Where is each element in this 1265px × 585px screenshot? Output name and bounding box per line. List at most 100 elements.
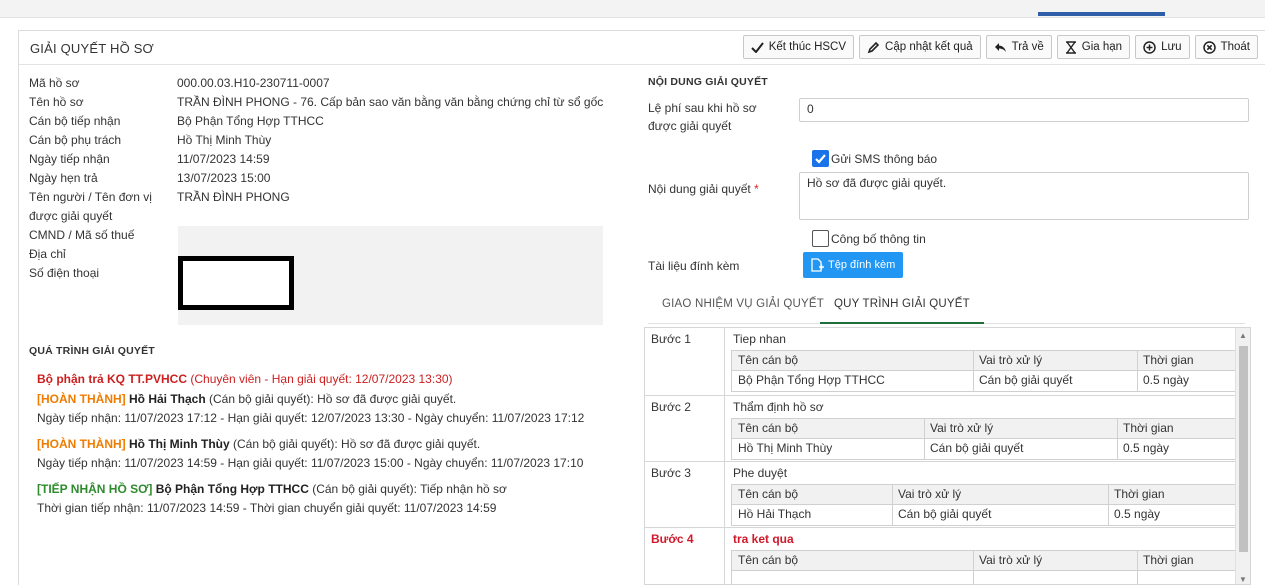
process-person: Hồ Hải Thạch [129, 392, 206, 406]
exit-button[interactable]: Thoát [1194, 35, 1258, 59]
status-badge: [HOÀN THÀNH] [37, 392, 126, 406]
step-table: Tên cán bộ Vai trò xử lý Thời gian [731, 550, 1241, 584]
officer-cell: Hồ Hải Thạch [738, 507, 812, 521]
process-item: [HOÀN THÀNH] Hồ Thị Minh Thùy (Cán bộ gi… [37, 435, 637, 473]
role-cell: Cán bộ giải quyết [898, 507, 992, 521]
scroll-up-icon[interactable]: ▲ [1239, 331, 1247, 340]
table-row: Bộ Phận Tổng Hợp TTHCC Cán bộ giải quyết… [732, 371, 1241, 391]
column-header: Thời gian [1123, 421, 1174, 435]
step-row: Bước 2 Thẩm định hồ sơ Tên cán bộ Vai tr… [645, 396, 1245, 462]
current-unit: Bộ phận trả KQ TT.PVHCC [37, 372, 188, 386]
check-icon [750, 41, 764, 53]
info-row-received-date: Ngày tiếp nhận 11/07/2023 14:59 [29, 152, 270, 166]
steps-grid: Bước 1 Tiep nhan Tên cán bộ Vai trò xử l… [644, 327, 1251, 585]
info-row-applicant: Tên người / Tên đơn vị TRẦN ĐÌNH PHONG [29, 190, 290, 204]
tab-bar: GIAO NHIỆM VỤ GIẢI QUYẾT QUY TRÌNH GIẢI … [648, 292, 1245, 324]
step-name: tra ket qua [733, 532, 794, 546]
step-name: Thẩm định hồ sơ [733, 400, 824, 414]
return-button[interactable]: Trả về [985, 35, 1052, 59]
scroll-thumb[interactable] [1239, 346, 1248, 552]
required-mark: * [754, 182, 759, 196]
column-header: Tên cán bộ [738, 487, 799, 501]
info-row-receiver: Cán bộ tiếp nhận Bộ Phận Tổng Hợp TTHCC [29, 114, 324, 128]
update-result-button-label: Cập nhật kết quả [885, 41, 973, 53]
attach-button-label: Tệp đính kèm [828, 259, 896, 271]
save-button-label: Lưu [1161, 41, 1182, 53]
column-header: Vai trò xử lý [979, 353, 1043, 367]
column-header: Vai trò xử lý [898, 487, 962, 501]
process-item: [TIẾP NHẬN HỒ SƠ] Bộ Phận Tổng Hợp TTHCC… [37, 480, 637, 518]
process-history: Bộ phận trả KQ TT.PVHCC (Chuyên viên - H… [37, 370, 637, 525]
time-cell: 0.5 ngày [1114, 507, 1161, 521]
process-detail: Ngày tiếp nhận: 11/07/2023 17:12 - Hạn g… [37, 411, 585, 425]
step-table: Tên cán bộ Vai trò xử lý Thời gian Hồ Th… [731, 418, 1241, 460]
exit-button-label: Thoát [1220, 41, 1250, 53]
step-label: Bước 3 [645, 462, 725, 527]
column-header: Thời gian [1143, 553, 1194, 567]
table-row [732, 571, 1241, 584]
officer-cell: Bộ Phận Tổng Hợp TTHCC [738, 373, 885, 387]
current-note: (Chuyên viên - Hạn giải quyết: 12/07/202… [190, 372, 453, 386]
step-row-current: Bước 4 tra ket qua Tên cán bộ Vai trò xử… [645, 528, 1245, 584]
hourglass-icon [1065, 40, 1076, 54]
fee-label: Lệ phí sau khi hồ sơ được giải quyết [648, 101, 757, 133]
time-cell: 0.5 ngày [1123, 441, 1170, 455]
info-row-responsible: Cán bộ phụ trách Hồ Thị Minh Thùy [29, 133, 272, 147]
time-cell: 0.5 ngày [1143, 373, 1190, 387]
step-table: Tên cán bộ Vai trò xử lý Thời gian Hồ Hả… [731, 484, 1241, 526]
panel-header: GIẢI QUYẾT HỒ SƠ Kết thúc HSCV Cập nhật … [19, 31, 1265, 65]
table-header-row: Tên cán bộ Vai trò xử lý Thời gian [732, 419, 1241, 439]
extend-button[interactable]: Gia hạn [1056, 35, 1131, 59]
tab-assign-task[interactable]: GIAO NHIỆM VỤ GIẢI QUYẾT [662, 298, 824, 324]
toolbar: Kết thúc HSCV Cập nhật kết quả Trả về Gi… [742, 35, 1258, 59]
step-label: Bước 2 [645, 396, 725, 461]
publish-checkbox[interactable]: Công bố thông tin [812, 230, 926, 247]
return-button-label: Trả về [1011, 41, 1044, 53]
steps-scrollbar[interactable]: ▲ ▼ [1235, 328, 1250, 584]
top-strip [0, 0, 1265, 18]
publish-check-box[interactable] [812, 230, 829, 247]
process-current: Bộ phận trả KQ TT.PVHCC (Chuyên viên - H… [37, 370, 637, 389]
attach-file-button[interactable]: Tệp đính kèm [803, 252, 904, 278]
info-row-due-date: Ngày hẹn trả 13/07/2023 15:00 [29, 171, 271, 185]
content-textarea[interactable]: Hồ sơ đã được giải quyết. [799, 172, 1249, 220]
table-row: Hồ Thị Minh Thùy Cán bộ giải quyết 0.5 n… [732, 439, 1241, 459]
finish-button[interactable]: Kết thúc HSCV [742, 35, 855, 59]
redaction-box [178, 256, 294, 310]
column-header: Tên cán bộ [738, 353, 799, 367]
status-badge: [TIẾP NHẬN HỒ SƠ] [37, 482, 153, 496]
save-button[interactable]: Lưu [1135, 35, 1190, 59]
fee-input[interactable]: 0 [799, 98, 1249, 122]
info-row-applicant-cont: được giải quyết [29, 209, 113, 223]
content-label: Nội dung giải quyết * [648, 182, 759, 196]
table-row: Hồ Hải Thạch Cán bộ giải quyết 0.5 ngày [732, 505, 1241, 525]
column-header: Vai trò xử lý [930, 421, 994, 435]
role-cell: Cán bộ giải quyết [979, 373, 1073, 387]
step-name: Phe duyệt [733, 466, 788, 480]
step-row: Bước 3 Phe duyệt Tên cán bộ Vai trò xử l… [645, 462, 1245, 528]
process-text: (Cán bộ giải quyết): Hồ sơ đã được giải … [229, 437, 481, 451]
update-result-button[interactable]: Cập nhật kết quả [859, 35, 981, 59]
tab-resolve-process[interactable]: QUY TRÌNH GIẢI QUYẾT [820, 298, 984, 324]
process-item: [HOÀN THÀNH] Hồ Hải Thạch (Cán bộ giải q… [37, 390, 637, 428]
process-detail: Ngày tiếp nhận: 11/07/2023 14:59 - Hạn g… [37, 456, 584, 470]
column-header: Tên cán bộ [738, 553, 799, 567]
sms-label: Gửi SMS thông báo [831, 151, 938, 166]
column-header: Vai trò xử lý [979, 553, 1043, 567]
process-text: (Cán bộ giải quyết): Hồ sơ đã được giải … [205, 392, 457, 406]
top-accent-bar [1038, 12, 1165, 16]
close-circle-icon [1202, 40, 1216, 54]
info-row-name: Tên hồ sơ TRẦN ĐÌNH PHONG - 76. Cấp bản s… [29, 95, 604, 109]
column-header: Thời gian [1114, 487, 1165, 501]
process-title: QUÁ TRÌNH GIẢI QUYẾT [29, 345, 155, 357]
pencil-icon [867, 41, 880, 53]
attach-label: Tài liệu đính kèm [648, 259, 740, 273]
officer-cell: Hồ Thị Minh Thùy [738, 441, 833, 455]
sms-checkbox[interactable]: Gửi SMS thông báo [812, 150, 937, 167]
form-title: NỘI DUNG GIẢI QUYẾT [648, 76, 768, 88]
process-detail: Thời gian tiếp nhận: 11/07/2023 14:59 - … [37, 501, 497, 515]
page-title: GIẢI QUYẾT HỒ SƠ [30, 41, 154, 56]
sms-check-box[interactable] [812, 150, 829, 167]
scroll-down-icon[interactable]: ▼ [1239, 575, 1247, 584]
file-plus-icon [811, 258, 824, 272]
